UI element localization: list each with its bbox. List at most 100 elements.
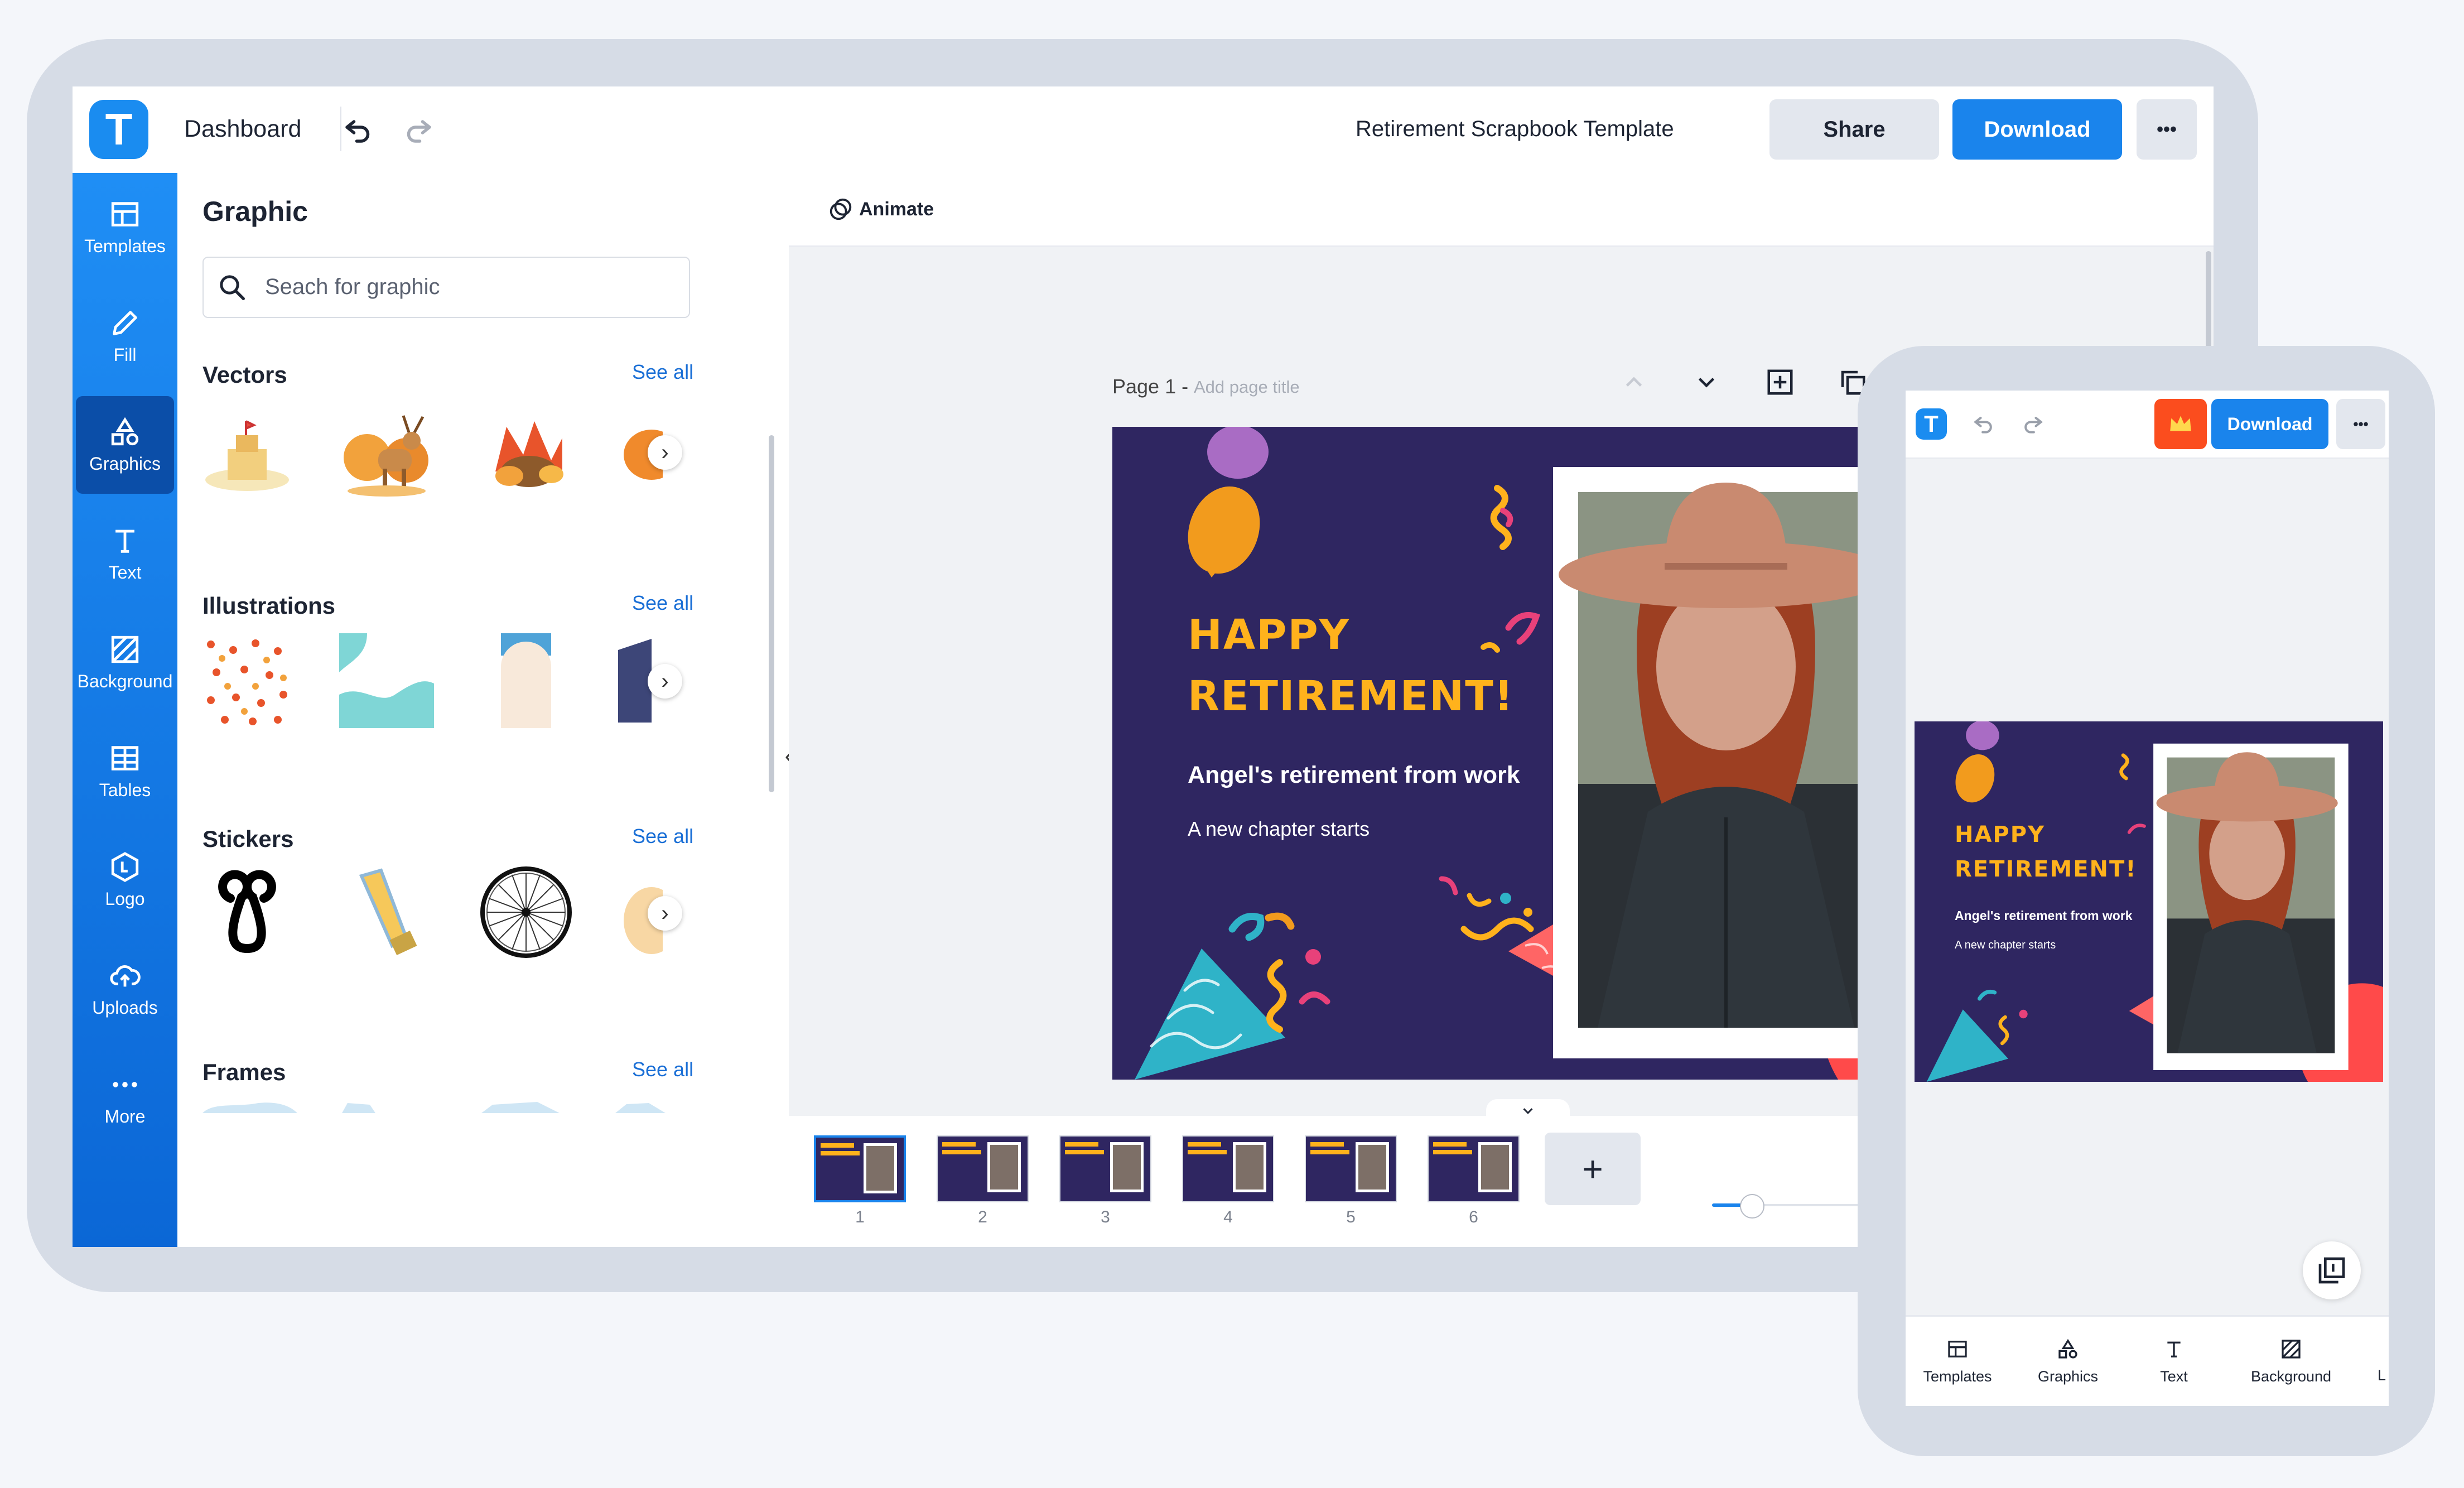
rail-item-uploads[interactable]: Uploads [73,940,177,1038]
rail-item-fill[interactable]: Fill [73,287,177,385]
rail-item-templates[interactable]: Templates [73,179,177,276]
add-page-icon[interactable] [1765,367,1795,397]
phone-nav-background[interactable]: Background [2221,1338,2361,1385]
phone-screen: T Download ••• HAPPY RETIREMENT! Angel's… [1906,391,2389,1317]
rail-label: Text [108,562,142,582]
phone-nav-graphics[interactable]: Graphics [2009,1338,2127,1385]
slide-title-line1[interactable]: HAPPY [1188,611,1350,659]
slide-subtitle[interactable]: Angel's retirement from work [1188,762,1520,789]
see-all-frames[interactable]: See all [632,1058,693,1081]
crown-icon [2170,416,2191,431]
rail-label: More [104,1106,146,1126]
page-thumbnail[interactable] [1305,1135,1397,1202]
rail-label: Tables [99,780,151,800]
rail-item-tables[interactable]: Tables [73,723,177,820]
phone-more-button[interactable]: ••• [2336,399,2385,449]
add-page-button[interactable]: + [1545,1133,1641,1205]
panel-title: Graphic [202,196,308,227]
shapes-icon [2058,1338,2077,1359]
phone-nav-label: Templates [1923,1368,1992,1385]
panel-scrollbar[interactable] [769,435,774,792]
phone-slide-title-line2[interactable]: RETIREMENT! [1955,856,2137,882]
download-button[interactable]: Download [1952,99,2122,160]
more-icon [113,1082,137,1087]
phone-slide-tagline[interactable]: A new chapter starts [1955,939,2056,952]
expand-pages-handle[interactable] [1486,1099,1570,1123]
animate-button[interactable]: Animate [859,199,934,220]
vector-autumn-hedgehog[interactable] [479,404,573,499]
phone-nav-label: Text [2160,1368,2188,1385]
logo-icon [111,852,139,882]
dashboard-link[interactable]: Dashboard [184,115,301,143]
background-icon [111,635,139,663]
animate-icon[interactable] [828,196,854,222]
rail-item-background[interactable]: Background [73,614,177,711]
phone-app-logo[interactable]: T [1916,408,1947,440]
pencil-icon [113,311,137,335]
document-title[interactable]: Retirement Scrapbook Template [1356,117,1674,142]
vector-sandcastle[interactable] [200,404,295,499]
sticker-wheel[interactable] [479,865,573,960]
rail-item-more[interactable]: More [73,1049,177,1147]
illustration-arch[interactable] [479,633,573,728]
undo-icon[interactable] [1971,412,1996,436]
page-thumbnail[interactable] [1182,1135,1274,1202]
page-number: 3 [1101,1208,1110,1226]
chevron-right-icon[interactable]: › [648,435,682,470]
rail-item-text[interactable]: Text [73,505,177,603]
phone-slide-title-line1[interactable]: HAPPY [1955,822,2045,847]
page-number: 1 [855,1208,865,1226]
chevron-right-icon[interactable]: › [648,664,682,699]
page-thumbnail[interactable] [1428,1135,1520,1202]
share-button[interactable]: Share [1769,99,1939,160]
rail-label: Graphics [89,454,161,474]
phone-slide[interactable]: HAPPY RETIREMENT! Angel's retirement fro… [1915,721,2383,1082]
phone-pages-button[interactable] [2303,1241,2361,1299]
chevron-down-icon [1523,1108,1533,1114]
slide-canvas[interactable]: HAPPY RETIREMENT! Angel's retirement fro… [1112,427,1977,1080]
phone-download-button[interactable]: Download [2211,399,2328,449]
search-input[interactable]: Seach for graphic [202,257,690,318]
see-all-vectors[interactable]: See all [632,360,693,384]
more-options-button[interactable]: ••• [2137,99,2197,160]
phone-nav-text[interactable]: Text [2127,1338,2221,1385]
rail-label: Fill [113,345,137,365]
rail-item-logo[interactable]: Logo [73,831,177,929]
page-label: Page 1 - [1112,375,1189,398]
frames-preview-row[interactable] [202,1096,677,1113]
page-thumbnail[interactable] [937,1135,1029,1202]
phone-slide-subtitle[interactable]: Angel's retirement from work [1955,908,2133,923]
page-title-input[interactable]: Add page title [1194,377,1300,397]
slide-title-line2[interactable]: RETIREMENT! [1188,672,1514,720]
redo-icon[interactable] [402,113,435,147]
vector-deer[interactable] [339,404,434,499]
left-rail: Templates Fill Graphics Text Background … [73,173,177,1247]
undo-icon[interactable] [341,113,375,147]
redo-icon[interactable] [2021,412,2045,436]
zoom-slider-handle[interactable] [1740,1194,1764,1219]
see-all-illustrations[interactable]: See all [632,591,693,615]
background-icon [2282,1340,2301,1359]
chevron-right-icon[interactable]: › [648,896,682,931]
phone-nav-templates[interactable]: Templates [1906,1338,2009,1385]
sticker-black-loop[interactable] [200,865,295,960]
app-logo[interactable]: T [89,100,148,159]
rail-label: Logo [105,889,145,909]
illustration-teal-waves[interactable] [339,633,434,728]
rail-item-graphics[interactable]: Graphics [76,396,174,494]
templates-icon [1948,1341,1967,1357]
sticker-yellow-brush[interactable] [339,865,434,960]
templates-icon [111,202,139,227]
slide-decorations [1135,427,1977,1080]
illustration-leaf-pattern[interactable] [200,633,295,728]
phone-bottom-nav: Templates Graphics Text Background L [1906,1317,2389,1406]
chevron-down-icon[interactable] [1693,368,1720,396]
phone-nav-partial[interactable]: L [2378,1367,2389,1384]
page-number: 2 [978,1208,987,1226]
slide-tagline[interactable]: A new chapter starts [1188,817,1370,841]
see-all-stickers[interactable]: See all [632,825,693,848]
page-thumbnail[interactable] [814,1135,906,1202]
premium-crown-button[interactable] [2154,399,2207,449]
page-thumbnail[interactable] [1059,1135,1151,1202]
chevron-up-icon[interactable] [1620,368,1648,396]
